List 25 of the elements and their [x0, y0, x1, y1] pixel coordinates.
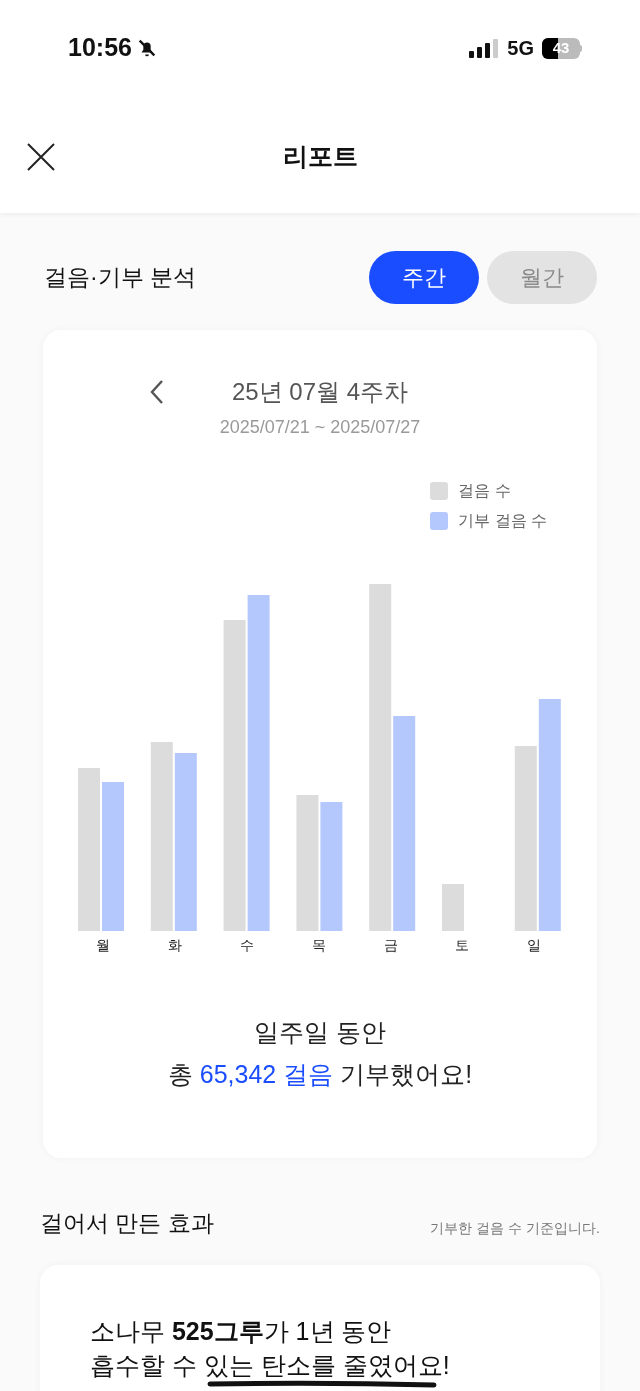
page-title: 리포트 — [282, 140, 358, 172]
summary-heading: 일주일 동안 — [254, 1017, 386, 1048]
section-title: 걸어서 만든 효과 — [40, 1209, 214, 1238]
effect-text: 흡수할 수 있는 탄소를 줄였어요! — [90, 1350, 450, 1380]
period-tab[interactable]: 주간 — [369, 251, 479, 304]
day-label: 화 — [168, 936, 183, 955]
effect-text: 소나무 525그루가 1년 동안 — [90, 1315, 393, 1347]
day-label: 목 — [311, 936, 326, 955]
day-label: 토 — [455, 936, 470, 955]
status-time: 10:56 — [68, 32, 132, 64]
signal-icon — [469, 38, 500, 58]
date-range: 2025/07/21 ~ 2025/07/27 — [219, 416, 421, 439]
steps-bar — [442, 884, 464, 931]
section-note: 기부한 걸음 수 기준입니다. — [430, 1218, 600, 1238]
summary-text: 총 65,342 걸음 기부했어요! — [167, 1058, 473, 1090]
section-title: 걸음·기부 분석 — [44, 263, 197, 293]
close-button[interactable] — [26, 141, 56, 172]
day-label: 수 — [240, 936, 254, 955]
network-label: 5G — [507, 36, 534, 61]
week-title: 25년 07월 4주차 — [231, 377, 409, 407]
legend-label: 기부 걸음 수 — [458, 511, 547, 531]
day-label: 월 — [96, 936, 111, 955]
day-label: 금 — [383, 936, 398, 955]
legend-label: 걸음 수 — [458, 481, 511, 501]
day-label: 일 — [527, 936, 542, 955]
